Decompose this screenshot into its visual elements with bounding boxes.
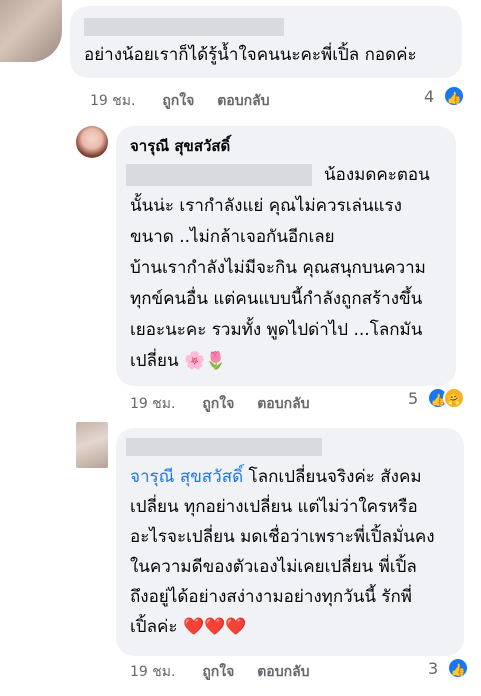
reaction-summary[interactable]: 3 👍 [428, 657, 470, 679]
comment-line: เยอะนะคะ รวมทั้ง พูดไปด่าไป ...โลกมัน [130, 320, 423, 340]
comment-actions: 19 ชม. ถูกใจ ตอบกลับ [130, 661, 310, 683]
comment-line: น้องมดคะตอน [324, 165, 430, 185]
mention-link[interactable]: จารุณี สุขสวัสดิ์ [130, 467, 243, 487]
comment-line: เปลี่ยน ทุกอย่างเปลี่ยน แต่ไม่ว่าใครหรือ [130, 497, 418, 517]
like-button[interactable]: ถูกใจ [202, 396, 234, 412]
reply-button[interactable]: ตอบกลับ [257, 396, 309, 412]
reaction-count: 4 [424, 86, 435, 106]
comment-line-text: โลกเปลี่ยนจริงค่ะ สังคม [243, 467, 422, 487]
comment-line-text: เปิ้ลค่ะ [130, 617, 178, 637]
comment-time[interactable]: 19 ชม. [90, 93, 135, 109]
comment-line: อะไรจะเปลี่ยน มดเชื่อว่าเพราะพี่เปิ้ลมั่… [130, 527, 435, 547]
like-button[interactable]: ถูกใจ [202, 664, 234, 680]
comment-bubble: อย่างน้อยเราก็ได้รู้น้ำใจคนนะคะพี่เปิ้ล … [70, 6, 462, 78]
reaction-summary[interactable]: 5 👍 🤗 [408, 387, 466, 409]
reaction-summary[interactable]: 4 👍 [424, 85, 466, 107]
comment-line: บ้านเรากำลังไม่มีจะกิน คุณสนุกบนความ [130, 258, 426, 278]
reaction-count: 3 [428, 658, 439, 678]
like-icon: 👍 [447, 657, 470, 679]
comment-actions: 19 ชม. ถูกใจ ตอบกลับ [130, 393, 310, 415]
comment-line: ขนาด ..ไม่กล้าเจอกันอีกเลย [130, 227, 335, 247]
comment-line: นั้นน่ะ เรากำลังแย่ คุณไม่ควรเล่นแรง [130, 196, 402, 216]
comment-author[interactable]: จารุณี สุขสวัสดิ์ [130, 134, 230, 158]
comment-line: ทุกข์คนอื่น แต่คนแบบนี้กำลังถูกสร้างขึ้น [130, 289, 423, 309]
redacted-author-name [84, 18, 284, 36]
comment-actions: 19 ชม. ถูกใจ ตอบกลับ [90, 90, 270, 112]
comment-line: เปิ้ลค่ะ ❤️❤️❤️ [130, 612, 246, 643]
comment-bubble: จารุณี สุขสวัสดิ์ โลกเปลี่ยนจริงค่ะ สังค… [116, 428, 464, 656]
comment-line: เปลี่ยน 🌸🌷 [130, 346, 226, 377]
care-icon: 🤗 [443, 387, 466, 409]
like-button[interactable]: ถูกใจ [162, 93, 194, 109]
comment-line: ถึงอยู่ได้อย่างสง่างามอย่างทุกวันนี้ รัก… [130, 587, 412, 607]
reply-button[interactable]: ตอบกลับ [257, 664, 309, 680]
flower-emoji: 🌸🌷 [184, 351, 227, 371]
comment-time[interactable]: 19 ชม. [130, 396, 175, 412]
redacted-text [126, 164, 312, 186]
commenter-avatar[interactable] [0, 0, 62, 62]
redacted-author-name [126, 438, 322, 456]
comment-line: จารุณี สุขสวัสดิ์ โลกเปลี่ยนจริงค่ะ สังค… [130, 462, 422, 493]
author-avatar[interactable] [76, 126, 108, 158]
comment-text: อย่างน้อยเราก็ได้รู้น้ำใจคนนะคะพี่เปิ้ล … [84, 45, 417, 65]
comment-line-text: เปลี่ยน [130, 351, 179, 371]
heart-emoji: ❤️❤️❤️ [182, 617, 247, 637]
reaction-count: 5 [408, 388, 419, 408]
comment-bubble: จารุณี สุขสวัสดิ์ น้องมดคะตอน นั้นน่ะ เร… [116, 126, 456, 386]
comment-time[interactable]: 19 ชม. [130, 664, 175, 680]
comment-line: ในความดีของตัวเองไม่เคยเปลี่ยน พี่เปิ้ล [130, 557, 417, 577]
commenter-avatar[interactable] [76, 422, 108, 468]
reply-button[interactable]: ตอบกลับ [217, 93, 269, 109]
like-icon: 👍 [443, 85, 466, 107]
